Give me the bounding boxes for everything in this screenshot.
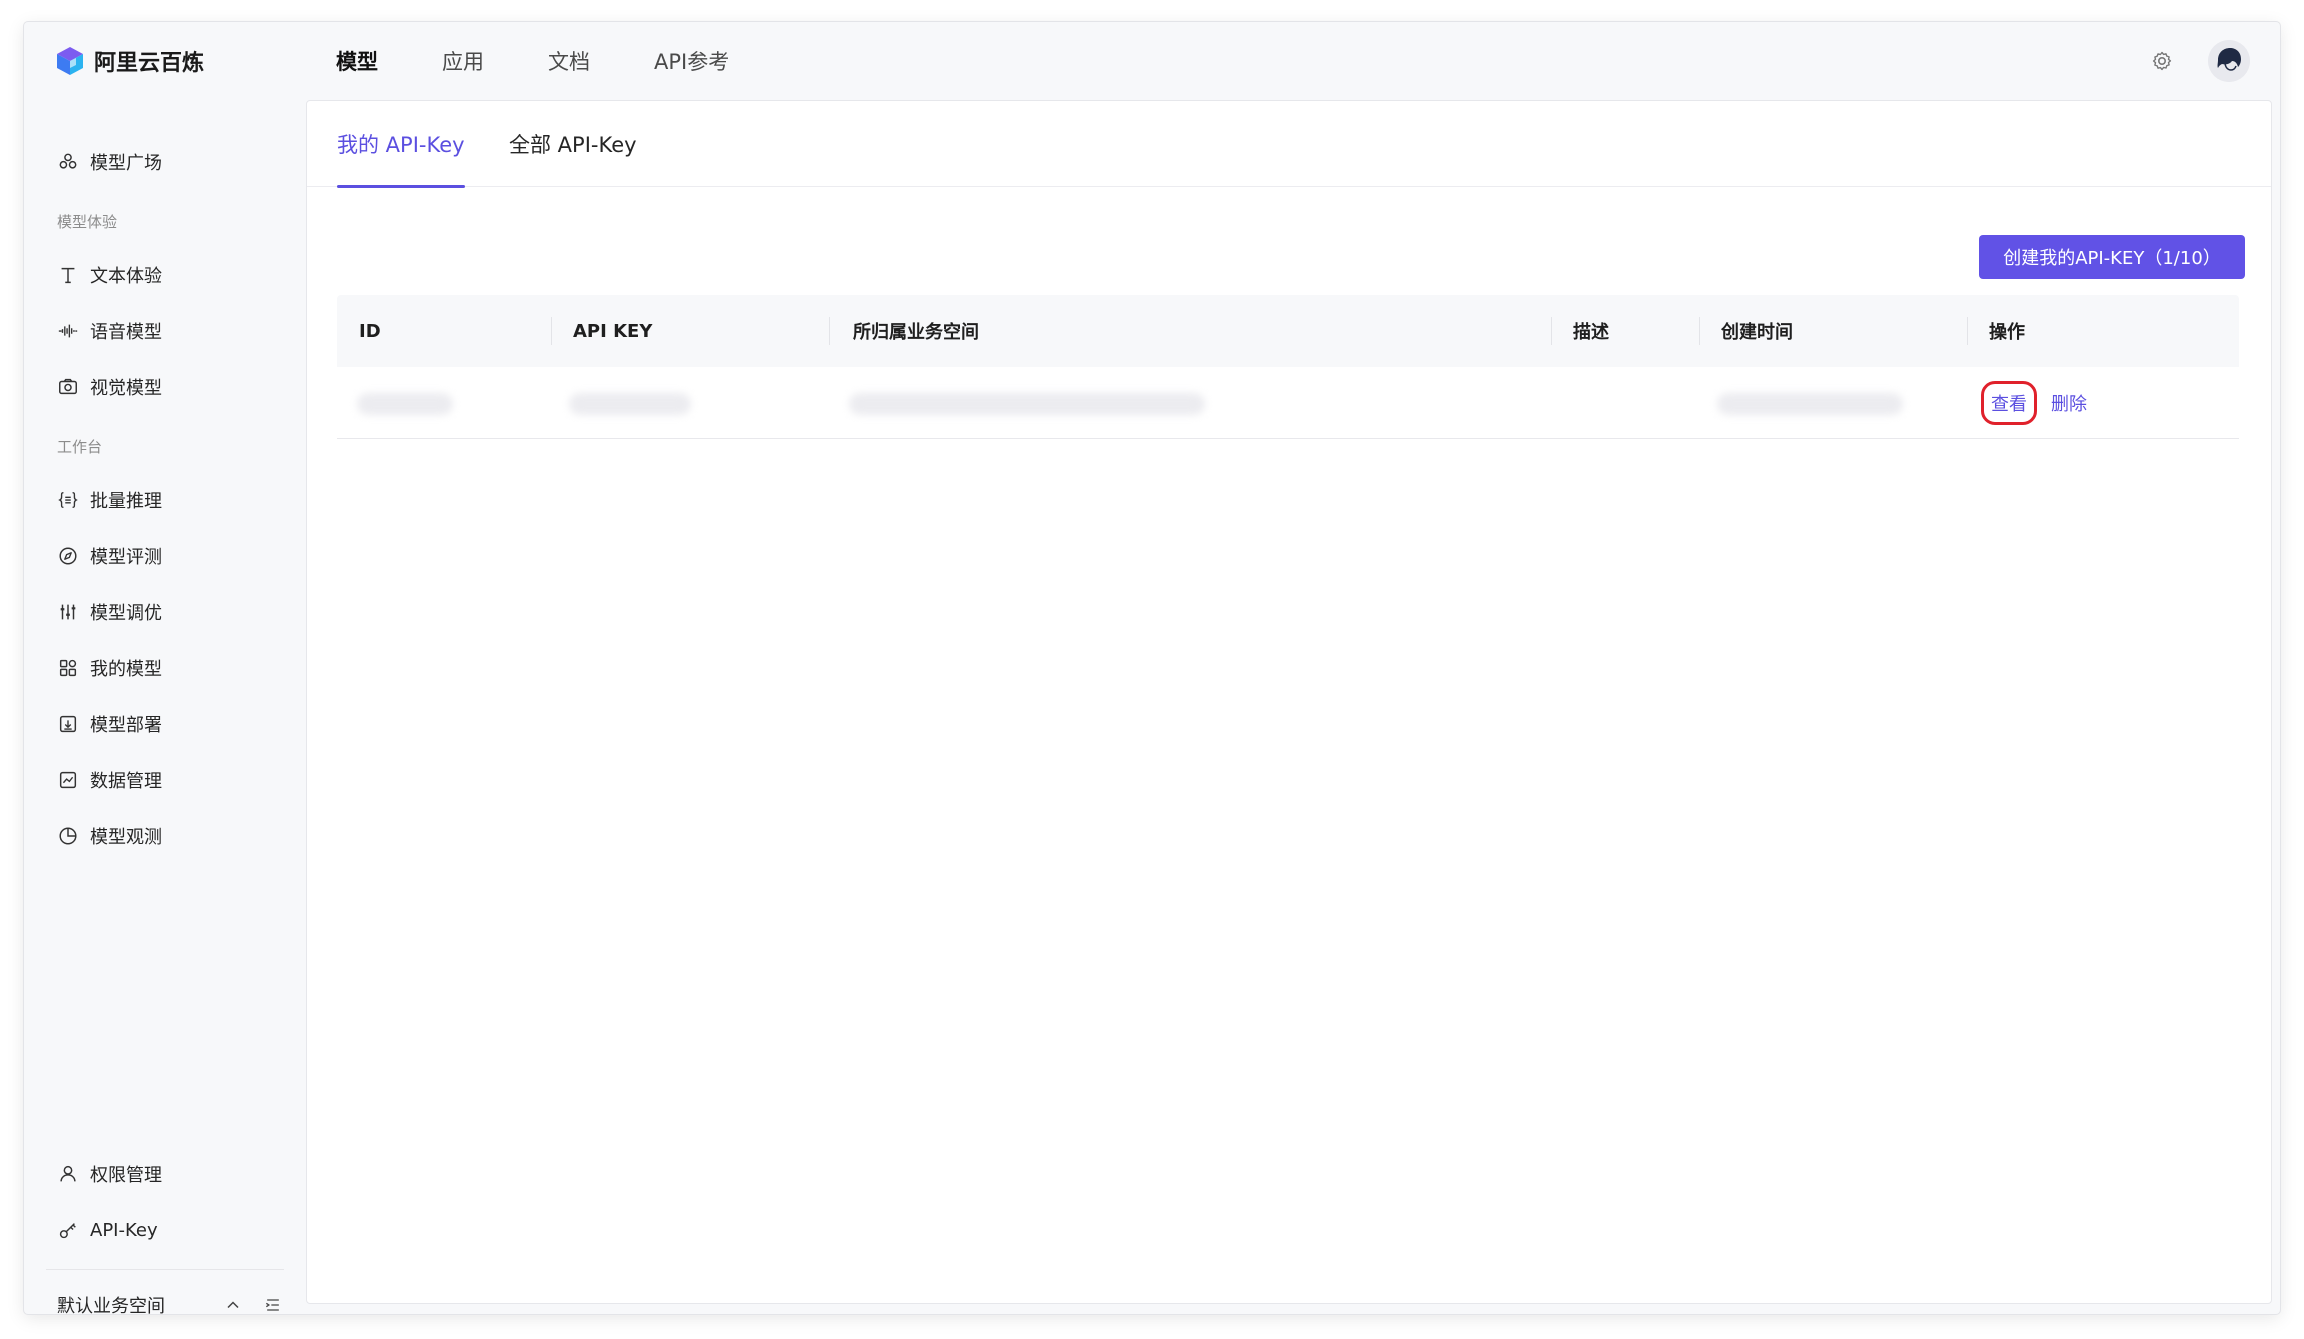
waveform-icon: [58, 324, 78, 338]
sidebar-group-workbench: 工作台: [57, 438, 103, 456]
user-avatar-icon: [2208, 40, 2250, 82]
sidebar-item-my-models[interactable]: 我的模型: [56, 648, 162, 688]
sidebar-item-model-eval[interactable]: 模型评测: [56, 536, 162, 576]
logo-text: 阿里云百炼: [94, 51, 205, 76]
logo[interactable]: 阿里云百炼: [54, 44, 204, 78]
sidebar-item-model-square[interactable]: 模型广场: [56, 142, 162, 182]
column-created-time: 创建时间: [1721, 322, 1793, 343]
table-row: 查看 删除: [337, 367, 2239, 439]
redacted-id: [357, 393, 453, 415]
app-window: 阿里云百炼 模型 应用 文档 API参考 模型广场 模型体验 文本体验 语音模型…: [24, 22, 2280, 1314]
column-description: 描述: [1573, 322, 1609, 343]
redacted-workspace: [849, 393, 1205, 415]
sidebar-item-label: 权限管理: [90, 1165, 162, 1186]
column-separator: [1967, 317, 1968, 345]
column-id: ID: [359, 320, 381, 342]
chevron-up-icon[interactable]: [219, 1291, 247, 1314]
sidebar-item-label: 模型部署: [90, 715, 162, 736]
collapse-sidebar-icon[interactable]: [259, 1291, 287, 1314]
logo-icon: [57, 47, 83, 75]
sidebar-divider: [46, 1269, 284, 1270]
delete-link[interactable]: 删除: [2051, 367, 2087, 439]
column-separator: [551, 317, 552, 345]
sidebar-item-batch-inference[interactable]: 批量推理: [56, 480, 162, 520]
sidebar-item-label: 我的模型: [90, 659, 162, 680]
gear-icon[interactable]: [2150, 49, 2174, 73]
tab-my-api-key[interactable]: 我的 API-Key: [337, 101, 465, 188]
sidebar-item-data-manage[interactable]: 数据管理: [56, 760, 162, 800]
avatar[interactable]: [2208, 40, 2250, 82]
redacted-api-key: [569, 393, 691, 415]
pie-chart-icon: [59, 827, 77, 845]
column-operations: 操作: [1989, 322, 2025, 343]
sidebar-item-permission-manage[interactable]: 权限管理: [56, 1154, 162, 1194]
topnav-models[interactable]: 模型: [336, 46, 378, 76]
sidebar-item-label: 模型评测: [90, 547, 162, 568]
sidebar-item-model-observe[interactable]: 模型观测: [56, 816, 162, 856]
column-separator: [829, 317, 830, 345]
tab-all-api-key[interactable]: 全部 API-Key: [509, 101, 637, 187]
camera-icon: [59, 378, 77, 395]
sidebar-item-label: 模型调优: [90, 603, 162, 624]
main-panel: 我的 API-Key 全部 API-Key 创建我的API-KEY（1/10） …: [306, 100, 2272, 1304]
column-separator: [1551, 317, 1552, 345]
workspace-name: 默认业务空间: [57, 1296, 165, 1314]
top-nav: 模型 应用 文档 API参考: [336, 22, 793, 100]
redacted-created-time: [1717, 393, 1903, 415]
chart-line-icon: [59, 771, 77, 789]
top-bar: 阿里云百炼 模型 应用 文档 API参考: [24, 22, 2280, 100]
sidebar-item-label: 批量推理: [90, 491, 162, 512]
view-link[interactable]: 查看: [1981, 381, 2037, 425]
sliders-icon: [60, 604, 76, 620]
topnav-apps[interactable]: 应用: [442, 46, 484, 76]
sidebar: 模型广场 模型体验 文本体验 语音模型 视觉模型 工作台 批量推理 模型评测 模…: [24, 100, 306, 1314]
compass-icon: [59, 547, 77, 565]
column-separator: [1699, 317, 1700, 345]
table-header: ID API KEY 所归属业务空间 描述 创建时间 操作: [337, 295, 2239, 367]
sidebar-item-model-deploy[interactable]: 模型部署: [56, 704, 162, 744]
column-workspace: 所归属业务空间: [853, 322, 979, 343]
user-icon: [60, 1165, 76, 1182]
sidebar-item-api-key[interactable]: API-Key: [56, 1210, 158, 1250]
api-key-table: ID API KEY 所归属业务空间 描述 创建时间 操作 查看 删除: [337, 295, 2239, 439]
topnav-docs[interactable]: 文档: [548, 46, 590, 76]
sidebar-item-vision-model[interactable]: 视觉模型: [56, 367, 162, 407]
sidebar-item-label: 数据管理: [90, 771, 162, 792]
sidebar-item-label: 文本体验: [90, 266, 162, 287]
top-right-tools: [2150, 40, 2250, 82]
model-square-icon: [59, 153, 77, 169]
sidebar-item-label: 视觉模型: [90, 378, 162, 399]
sidebar-group-experience: 模型体验: [57, 213, 118, 231]
column-api-key: API KEY: [573, 320, 653, 342]
tabs: 我的 API-Key 全部 API-Key: [307, 101, 2271, 188]
sidebar-item-label: 语音模型: [90, 322, 162, 343]
sidebar-item-text-experience[interactable]: 文本体验: [56, 255, 162, 295]
sidebar-item-model-tuning[interactable]: 模型调优: [56, 592, 162, 632]
apps-icon: [59, 659, 77, 677]
braces-list-icon: [58, 491, 78, 509]
sidebar-item-label: 模型观测: [90, 827, 162, 848]
deploy-box-icon: [59, 715, 77, 733]
sidebar-item-label: 模型广场: [90, 153, 162, 174]
key-icon: [59, 1223, 76, 1239]
topnav-api-reference[interactable]: API参考: [654, 46, 729, 76]
sidebar-item-label: API-Key: [90, 1219, 158, 1241]
sidebar-item-voice-model[interactable]: 语音模型: [56, 311, 162, 351]
workspace-switcher[interactable]: 默认业务空间: [57, 1285, 287, 1314]
create-api-key-button[interactable]: 创建我的API-KEY（1/10）: [1979, 235, 2245, 279]
text-icon: [61, 267, 75, 284]
